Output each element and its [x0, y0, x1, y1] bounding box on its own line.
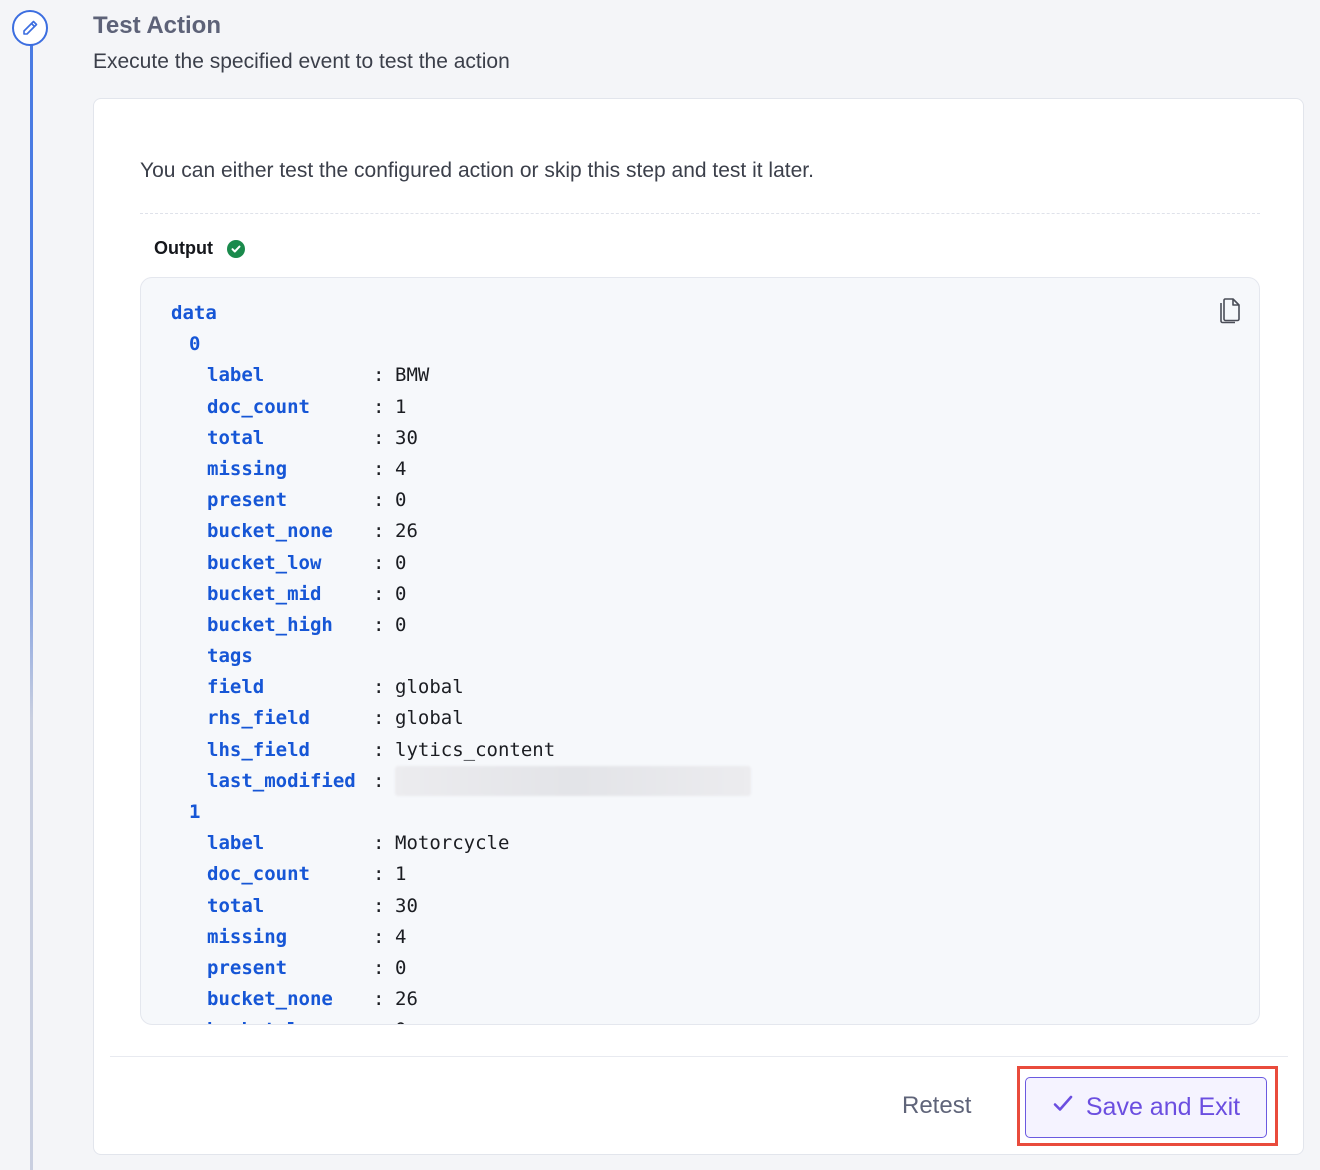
output-row: missing: 4 — [207, 925, 407, 948]
output-row: doc_count: 1 — [207, 395, 407, 418]
output-row: bucket_mid: 0 — [207, 582, 407, 605]
dashed-divider — [140, 213, 1260, 214]
output-label: Output — [154, 238, 213, 258]
output-row: rhs_field: global — [207, 707, 464, 730]
output-row: missing: 4 — [207, 457, 407, 480]
item-index: 1 — [189, 801, 201, 823]
root-key: data — [171, 302, 217, 324]
output-tree: data 0 label: BMW doc_count: 1 total: 30… — [171, 298, 751, 1024]
output-row: total: 30 — [207, 426, 418, 449]
output-row: total: 30 — [207, 894, 418, 917]
timeline-rail — [30, 40, 33, 1170]
output-row: last_modified: — [171, 766, 751, 797]
output-row: doc_count: 1 — [207, 863, 407, 886]
output-row: bucket_none: 26 — [207, 988, 418, 1011]
save-and-exit-button[interactable]: Save and Exit — [1025, 1077, 1267, 1138]
output-row: label: BMW — [207, 364, 430, 387]
save-and-exit-label: Save and Exit — [1085, 1093, 1241, 1121]
step-title: Test Action — [93, 12, 222, 39]
output-row: bucket_low: 0 — [207, 551, 407, 574]
step-subtitle: Execute the specified event to test the … — [93, 50, 510, 73]
copy-icon[interactable] — [1217, 294, 1243, 324]
card-description: You can either test the configured actio… — [140, 159, 814, 182]
output-row: present: 0 — [207, 956, 407, 979]
output-row: field: global — [207, 676, 464, 699]
output-code-box[interactable]: data 0 label: BMW doc_count: 1 total: 30… — [140, 277, 1260, 1025]
pencil-icon — [12, 10, 48, 46]
output-row: present: 0 — [207, 489, 407, 512]
output-row: lhs_field: lytics_content — [207, 738, 556, 761]
output-row: tags — [207, 645, 253, 668]
output-header: Output — [154, 238, 245, 259]
test-action-card: You can either test the configured actio… — [93, 98, 1304, 1155]
test-action-page: Test Action Execute the specified event … — [0, 0, 1320, 1170]
output-row: bucket_high: 0 — [207, 613, 407, 636]
redacted-value — [395, 766, 751, 797]
footer-divider — [110, 1056, 1288, 1057]
item-index: 0 — [189, 333, 201, 356]
output-row: label: Motorcycle — [207, 832, 510, 855]
checkmark-icon — [1052, 1093, 1074, 1122]
output-row: bucket_none: 26 — [207, 520, 418, 543]
retest-button[interactable]: Retest — [902, 1092, 971, 1120]
check-circle-icon — [226, 239, 245, 258]
output-row: bucket_low: 0 — [171, 1015, 751, 1024]
